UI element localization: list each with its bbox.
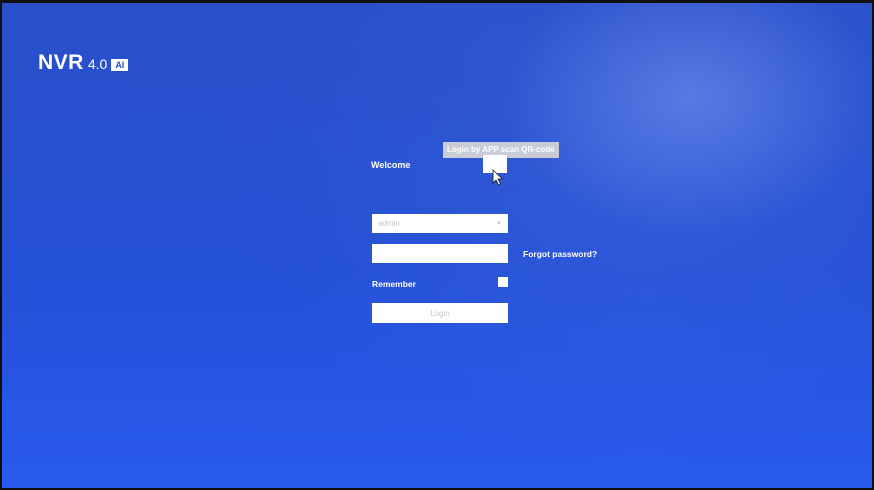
forgot-password-link[interactable]: Forgot password?	[523, 249, 597, 259]
username-dropdown[interactable]: admin ▼	[372, 214, 508, 233]
login-button[interactable]: Login	[372, 303, 508, 323]
nvr-logo: NVR 4.0 AI	[38, 51, 129, 75]
remember-checkbox[interactable]	[498, 277, 508, 287]
login-screen: NVR 4.0 AI Welcome Login by APP scan QR-…	[2, 3, 872, 488]
mouse-cursor-icon	[492, 169, 504, 186]
username-value: admin	[378, 219, 400, 228]
logo-version: 4.0	[87, 56, 108, 72]
welcome-label: Welcome	[371, 160, 411, 170]
chevron-down-icon: ▼	[496, 220, 502, 227]
logo-ai-badge: AI	[111, 59, 129, 71]
password-input[interactable]	[372, 244, 508, 263]
logo-brand: NVR	[38, 51, 84, 74]
remember-label: Remember	[372, 279, 416, 289]
